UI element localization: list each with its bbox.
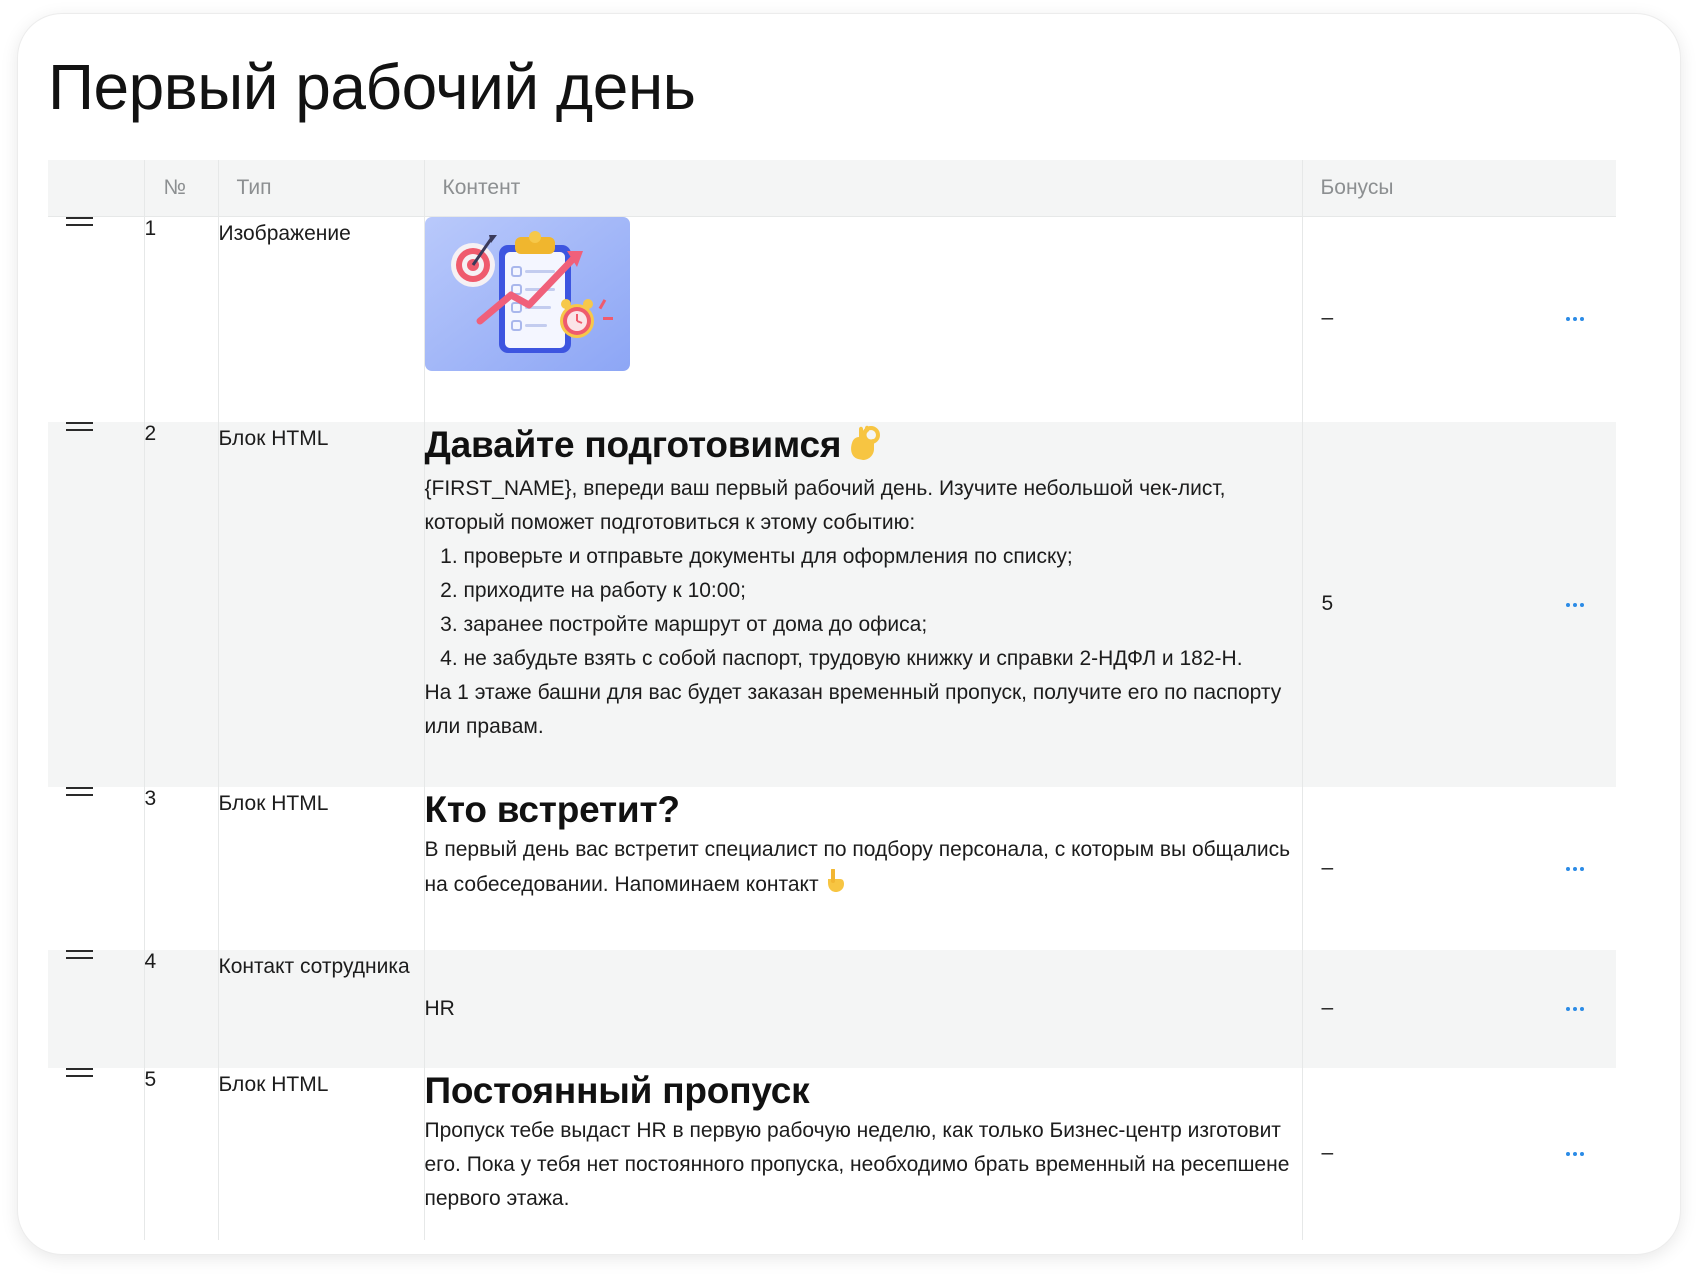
list-item: проверьте и отправьте документы для офор… — [464, 540, 1302, 574]
drag-handle-icon[interactable] — [66, 216, 93, 226]
header-bonuses: Бонусы — [1301, 160, 1616, 216]
table-row: 1 Изображение – — [48, 216, 1616, 422]
block-text: Пропуск тебе выдаст HR в первую рабочую … — [424, 1119, 1290, 1210]
block-title: Давайте подготовимся — [425, 422, 1302, 472]
header-type: Тип — [217, 160, 424, 216]
header-handle — [48, 160, 144, 216]
header-content: Контент — [423, 160, 1302, 216]
table-header-row: № Тип Контент Бонусы — [48, 160, 1616, 216]
bonus-value: – — [1321, 306, 1334, 330]
row-number: 4 — [143, 950, 218, 1068]
list-item: приходите на работу к 10:00; — [464, 574, 1302, 608]
block-outro: На 1 этаже башни для вас будет заказан в… — [424, 680, 1282, 738]
page-title: Первый рабочий день — [48, 51, 696, 123]
pointing-down-emoji — [825, 867, 845, 904]
row-type: Блок HTML — [217, 422, 424, 787]
row-content: HR — [423, 950, 1302, 1068]
more-options-icon[interactable] — [1564, 311, 1586, 327]
row-type: Изображение — [217, 216, 424, 422]
more-options-icon[interactable] — [1564, 861, 1586, 877]
row-type: Блок HTML — [217, 1068, 424, 1240]
row-number: 3 — [143, 787, 218, 950]
row-number: 2 — [143, 422, 218, 787]
bonus-value: – — [1321, 1140, 1334, 1164]
block-intro: {FIRST_NAME}, впереди ваш первый рабочий… — [424, 476, 1226, 534]
table-row: 5 Блок HTML Постоянный пропуск Пропуск т… — [48, 1068, 1616, 1240]
row-type: Контакт сотрудника — [217, 950, 424, 1068]
row-number: 1 — [143, 216, 218, 422]
bonus-value: – — [1321, 855, 1334, 879]
list-item: не забудьте взять с собой паспорт, трудо… — [464, 642, 1302, 676]
row-content: Давайте подготовимся {FIRST_NAME}, впере… — [423, 422, 1302, 787]
row-type: Блок HTML — [217, 787, 424, 950]
more-options-icon[interactable] — [1564, 1001, 1586, 1017]
ok-hand-emoji — [847, 423, 881, 472]
table-row: 2 Блок HTML Давайте подготовимся {FIRST_… — [48, 422, 1616, 787]
drag-handle-icon[interactable] — [66, 787, 93, 796]
checklist-target-illustration[interactable] — [424, 216, 630, 371]
block-title: Постоянный пропуск — [424, 1070, 810, 1111]
drag-handle-icon[interactable] — [66, 950, 93, 959]
row-content — [423, 216, 1302, 422]
row-content: Постоянный пропуск Пропуск тебе выдаст H… — [423, 1068, 1302, 1240]
more-options-icon[interactable] — [1564, 597, 1586, 613]
block-title: Кто встретит? — [424, 789, 681, 830]
drag-handle-icon[interactable] — [66, 1068, 93, 1077]
bonus-value: – — [1321, 995, 1334, 1019]
contact-name: HR — [424, 997, 455, 1020]
onboarding-card: Первый рабочий день № Тип Контент Бонусы — [18, 14, 1680, 1254]
bonus-value: 5 — [1321, 591, 1334, 615]
drag-handle-icon[interactable] — [66, 422, 93, 431]
block-text: В первый день вас встретит специалист по… — [425, 833, 1302, 904]
row-content: Кто встретит? В первый день вас встретит… — [423, 787, 1302, 950]
checklist: проверьте и отправьте документы для офор… — [425, 540, 1302, 676]
header-num: № — [143, 160, 218, 216]
content-table: № Тип Контент Бонусы 1 Изображение – 2 Б… — [48, 160, 1616, 1240]
more-options-icon[interactable] — [1564, 1146, 1586, 1162]
list-item: заранее постройте маршрут от дома до офи… — [464, 608, 1302, 642]
table-row: 3 Блок HTML Кто встретит? В первый день … — [48, 787, 1616, 950]
table-row: 4 Контакт сотрудника HR – — [48, 950, 1616, 1068]
row-number: 5 — [143, 1068, 218, 1240]
